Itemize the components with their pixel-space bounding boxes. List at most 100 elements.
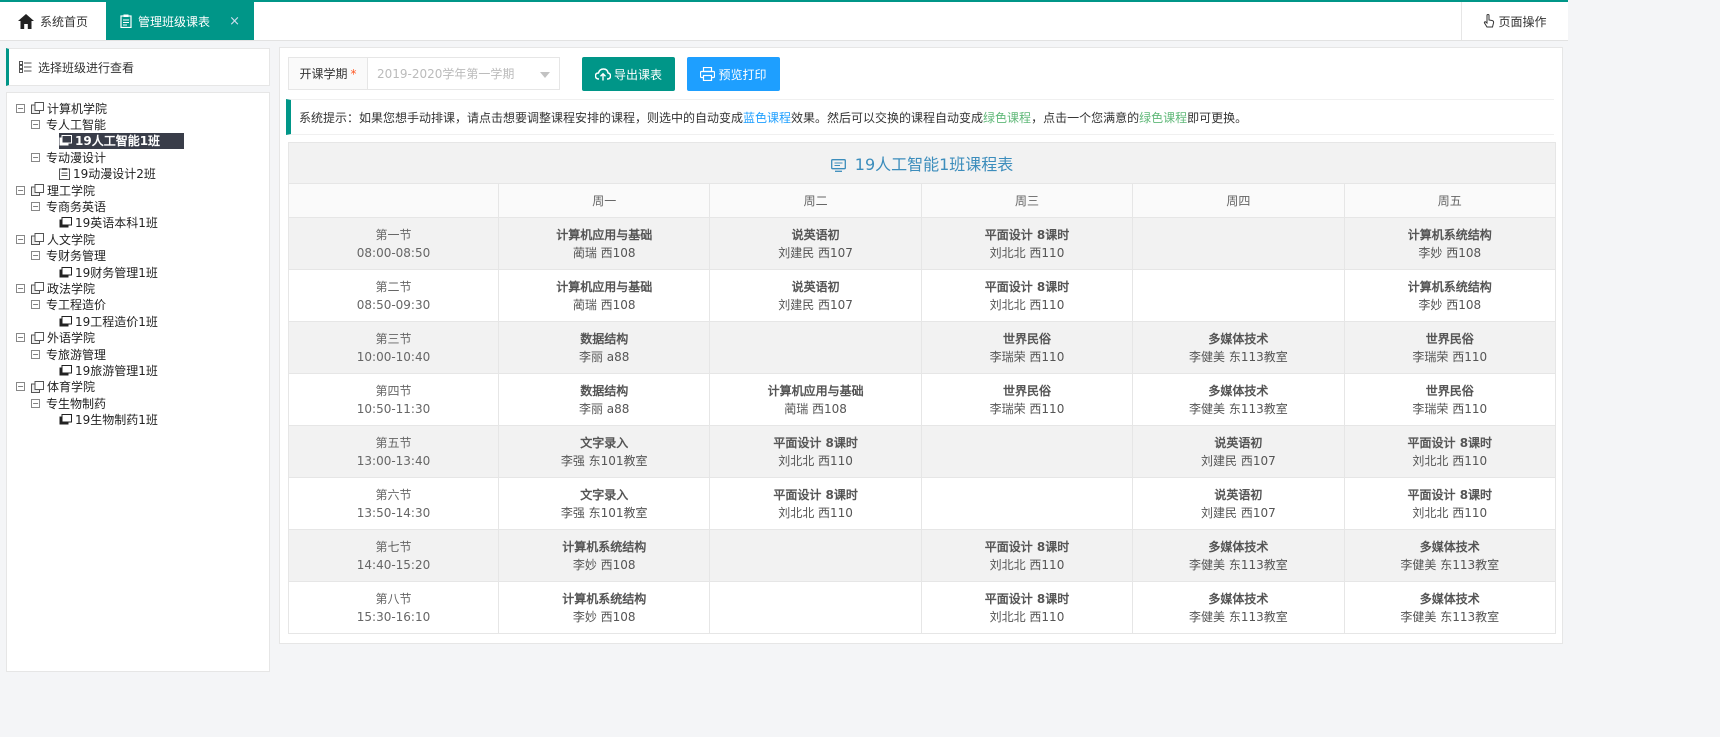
course-cell[interactable]: 说英语初 刘建民 西107 — [709, 217, 922, 270]
session-name: 第六节 — [375, 487, 412, 502]
tree-node-school[interactable]: − 人文学院 — [16, 231, 95, 247]
course-cell[interactable]: 计算机系统结构 李妙 西108 — [1343, 217, 1557, 270]
tree-node-class[interactable]: 19工程造价1班 — [59, 313, 158, 329]
tab-home[interactable]: 系统首页 — [0, 2, 106, 40]
course-cell[interactable]: 世界民俗 李瑞荣 西110 — [1343, 373, 1557, 426]
course-cell[interactable]: 计算机应用与基础 蔺瑞 西108 — [709, 373, 922, 426]
course-cell[interactable]: 多媒体技术 李健美 东113教室 — [1343, 529, 1557, 582]
course-cell[interactable] — [709, 581, 922, 634]
course-cell[interactable] — [920, 425, 1134, 478]
session-name: 第二节 — [375, 279, 412, 294]
course-name: 说英语初 — [791, 279, 840, 294]
class-icon — [59, 135, 72, 146]
tree-node-major[interactable]: − 专人工智能 — [31, 116, 106, 132]
course-cell[interactable]: 平面设计 8课时 刘北北 西110 — [709, 477, 922, 530]
tree-node-class[interactable]: 19动漫设计2班 — [59, 166, 156, 182]
collapse-toggle-icon[interactable]: − — [16, 382, 25, 392]
course-cell[interactable]: 说英语初刘建民 西107 — [709, 269, 922, 322]
collapse-toggle-icon[interactable]: − — [16, 185, 25, 195]
print-preview-button[interactable]: 预览打印 — [687, 57, 780, 91]
course-cell[interactable]: 平面设计 8课时 刘北北 西110 — [920, 269, 1134, 322]
export-schedule-button[interactable]: 导出课表 — [582, 57, 675, 91]
collapse-toggle-icon[interactable]: − — [31, 152, 40, 162]
course-cell[interactable]: 计算机系统结构 李妙 西108 — [497, 581, 711, 634]
collapse-toggle-icon[interactable]: − — [31, 398, 40, 408]
course-cell[interactable]: 平面设计 8课时 刘北北 西110 — [1343, 425, 1557, 478]
course-name: 说英语初 — [1214, 487, 1263, 502]
course-name: 多媒体技术 — [1419, 591, 1480, 606]
collapse-toggle-icon[interactable]: − — [16, 103, 25, 113]
course-name: 文字录入 — [580, 487, 629, 502]
course-cell[interactable]: 平面设计 8课时 刘北北 西110 — [920, 217, 1134, 270]
collapse-toggle-icon[interactable]: − — [16, 333, 25, 343]
course-cell[interactable]: 多媒体技术 李健美 东113教室 — [1132, 373, 1345, 426]
course-name: 世界民俗 — [1002, 383, 1051, 398]
tab-manage-class-schedule[interactable]: 管理班级课表 × — [106, 2, 254, 40]
course-cell[interactable]: 世界民俗 李瑞荣 西110 — [1343, 321, 1557, 374]
course-cell[interactable]: 文字录入 李强 东101教室 — [497, 425, 711, 478]
course-cell[interactable] — [709, 529, 922, 582]
collapse-toggle-icon[interactable]: − — [16, 283, 25, 293]
day-header: 周三 — [920, 183, 1134, 218]
tree-node-school[interactable]: − 外语学院 — [16, 330, 95, 346]
tree-node-class[interactable]: 19生物制药1班 — [59, 412, 158, 428]
tree-node-major[interactable]: − 专动漫设计 — [31, 149, 106, 165]
course-cell[interactable]: 平面设计 8课时 刘北北 西110 — [920, 529, 1134, 582]
course-cell[interactable]: 世界民俗 李瑞荣 西110 — [920, 373, 1134, 426]
course-cell[interactable]: 文字录入 李强 东101教室 — [497, 477, 711, 530]
course-cell[interactable]: 说英语初 刘建民 西107 — [1132, 425, 1345, 478]
page-operations-button[interactable]: 页面操作 — [1461, 2, 1568, 40]
course-cell[interactable] — [709, 321, 922, 374]
course-cell[interactable]: 多媒体技术 李健美 东113教室 — [1132, 581, 1345, 634]
course-cell[interactable]: 多媒体技术 李健美 东113教室 — [1132, 529, 1345, 582]
collapse-toggle-icon[interactable]: − — [31, 349, 40, 359]
semester-select[interactable]: 2019-2020学年第一学期 — [367, 57, 560, 90]
course-name: 多媒体技术 — [1208, 331, 1269, 346]
tree-node-class[interactable]: 19英语本科1班 — [59, 215, 158, 231]
tree-node-school[interactable]: − 政法学院 — [16, 280, 95, 296]
course-cell[interactable]: 多媒体技术 李健美 东113教室 — [1343, 581, 1557, 634]
tree-node-major[interactable]: − 专生物制药 — [31, 395, 106, 411]
course-cell[interactable]: 平面设计 8课时 刘北北 西110 — [1343, 477, 1557, 530]
course-cell[interactable]: 平面设计 8课时 刘北北 西110 — [920, 581, 1134, 634]
collapse-toggle-icon[interactable]: − — [31, 201, 40, 211]
course-cell[interactable] — [1132, 269, 1345, 322]
course-cell[interactable]: 计算机系统结构 李妙 西108 — [497, 529, 711, 582]
tree-node-major[interactable]: − 专旅游管理 — [31, 346, 106, 362]
tree-node-label: 19生物制药1班 — [75, 413, 158, 428]
tree-node-major[interactable]: − 专工程造价 — [31, 297, 106, 313]
tree-node-major[interactable]: − 专商务英语 — [31, 198, 106, 214]
tree-node-label: 专工程造价 — [46, 298, 107, 313]
close-icon[interactable]: × — [229, 14, 240, 29]
collapse-toggle-icon[interactable]: − — [31, 119, 40, 129]
collapse-toggle-icon[interactable]: − — [31, 300, 40, 310]
course-name: 计算机应用与基础 — [556, 227, 653, 242]
course-cell[interactable]: 计算机应用与基础 蔺瑞 西108 — [497, 269, 711, 322]
tree-node-school[interactable]: − 理工学院 — [16, 182, 95, 198]
folder-icon — [31, 380, 44, 393]
timetable-row: 第四节 10:50-11:30 数据结构 李丽 a88 计算机应用与基础 蔺瑞 西108 世… — [288, 373, 1557, 426]
tree-node-major[interactable]: − 专财务管理 — [31, 248, 106, 264]
course-cell[interactable]: 计算机系统结构 李妙 西108 — [1343, 269, 1557, 322]
tree-node-school[interactable]: − 体育学院 — [16, 379, 95, 395]
course-cell[interactable]: 多媒体技术 李健美 东113教室 — [1132, 321, 1345, 374]
tree-node-school[interactable]: − 计算机学院 — [16, 100, 107, 116]
tree-node-class[interactable]: 19财务管理1班 — [59, 264, 158, 280]
folder-icon — [31, 102, 44, 114]
clipboard-icon — [120, 14, 132, 28]
course-cell[interactable]: 平面设计 8课时 刘北北 西110 — [709, 425, 922, 478]
course-name: 世界民俗 — [1002, 331, 1051, 346]
course-cell[interactable]: 世界民俗 李瑞荣 西110 — [920, 321, 1134, 374]
tree-node-class[interactable]: 19人工智能1班 — [59, 132, 185, 149]
tree-node-label: 专商务英语 — [46, 199, 107, 214]
course-cell[interactable]: 数据结构 李丽 a88 — [497, 321, 711, 374]
course-cell[interactable] — [920, 477, 1134, 530]
course-cell[interactable]: 计算机应用与基础 蔺瑞 西108 — [497, 217, 711, 270]
course-cell[interactable] — [1132, 217, 1345, 270]
course-teacher-room: 刘建民 西107 — [778, 297, 853, 312]
collapse-toggle-icon[interactable]: − — [31, 251, 40, 261]
course-cell[interactable]: 数据结构 李丽 a88 — [497, 373, 711, 426]
tree-node-class[interactable]: 19旅游管理1班 — [59, 362, 158, 378]
course-cell[interactable]: 说英语初 刘建民 西107 — [1132, 477, 1345, 530]
collapse-toggle-icon[interactable]: − — [16, 234, 25, 244]
